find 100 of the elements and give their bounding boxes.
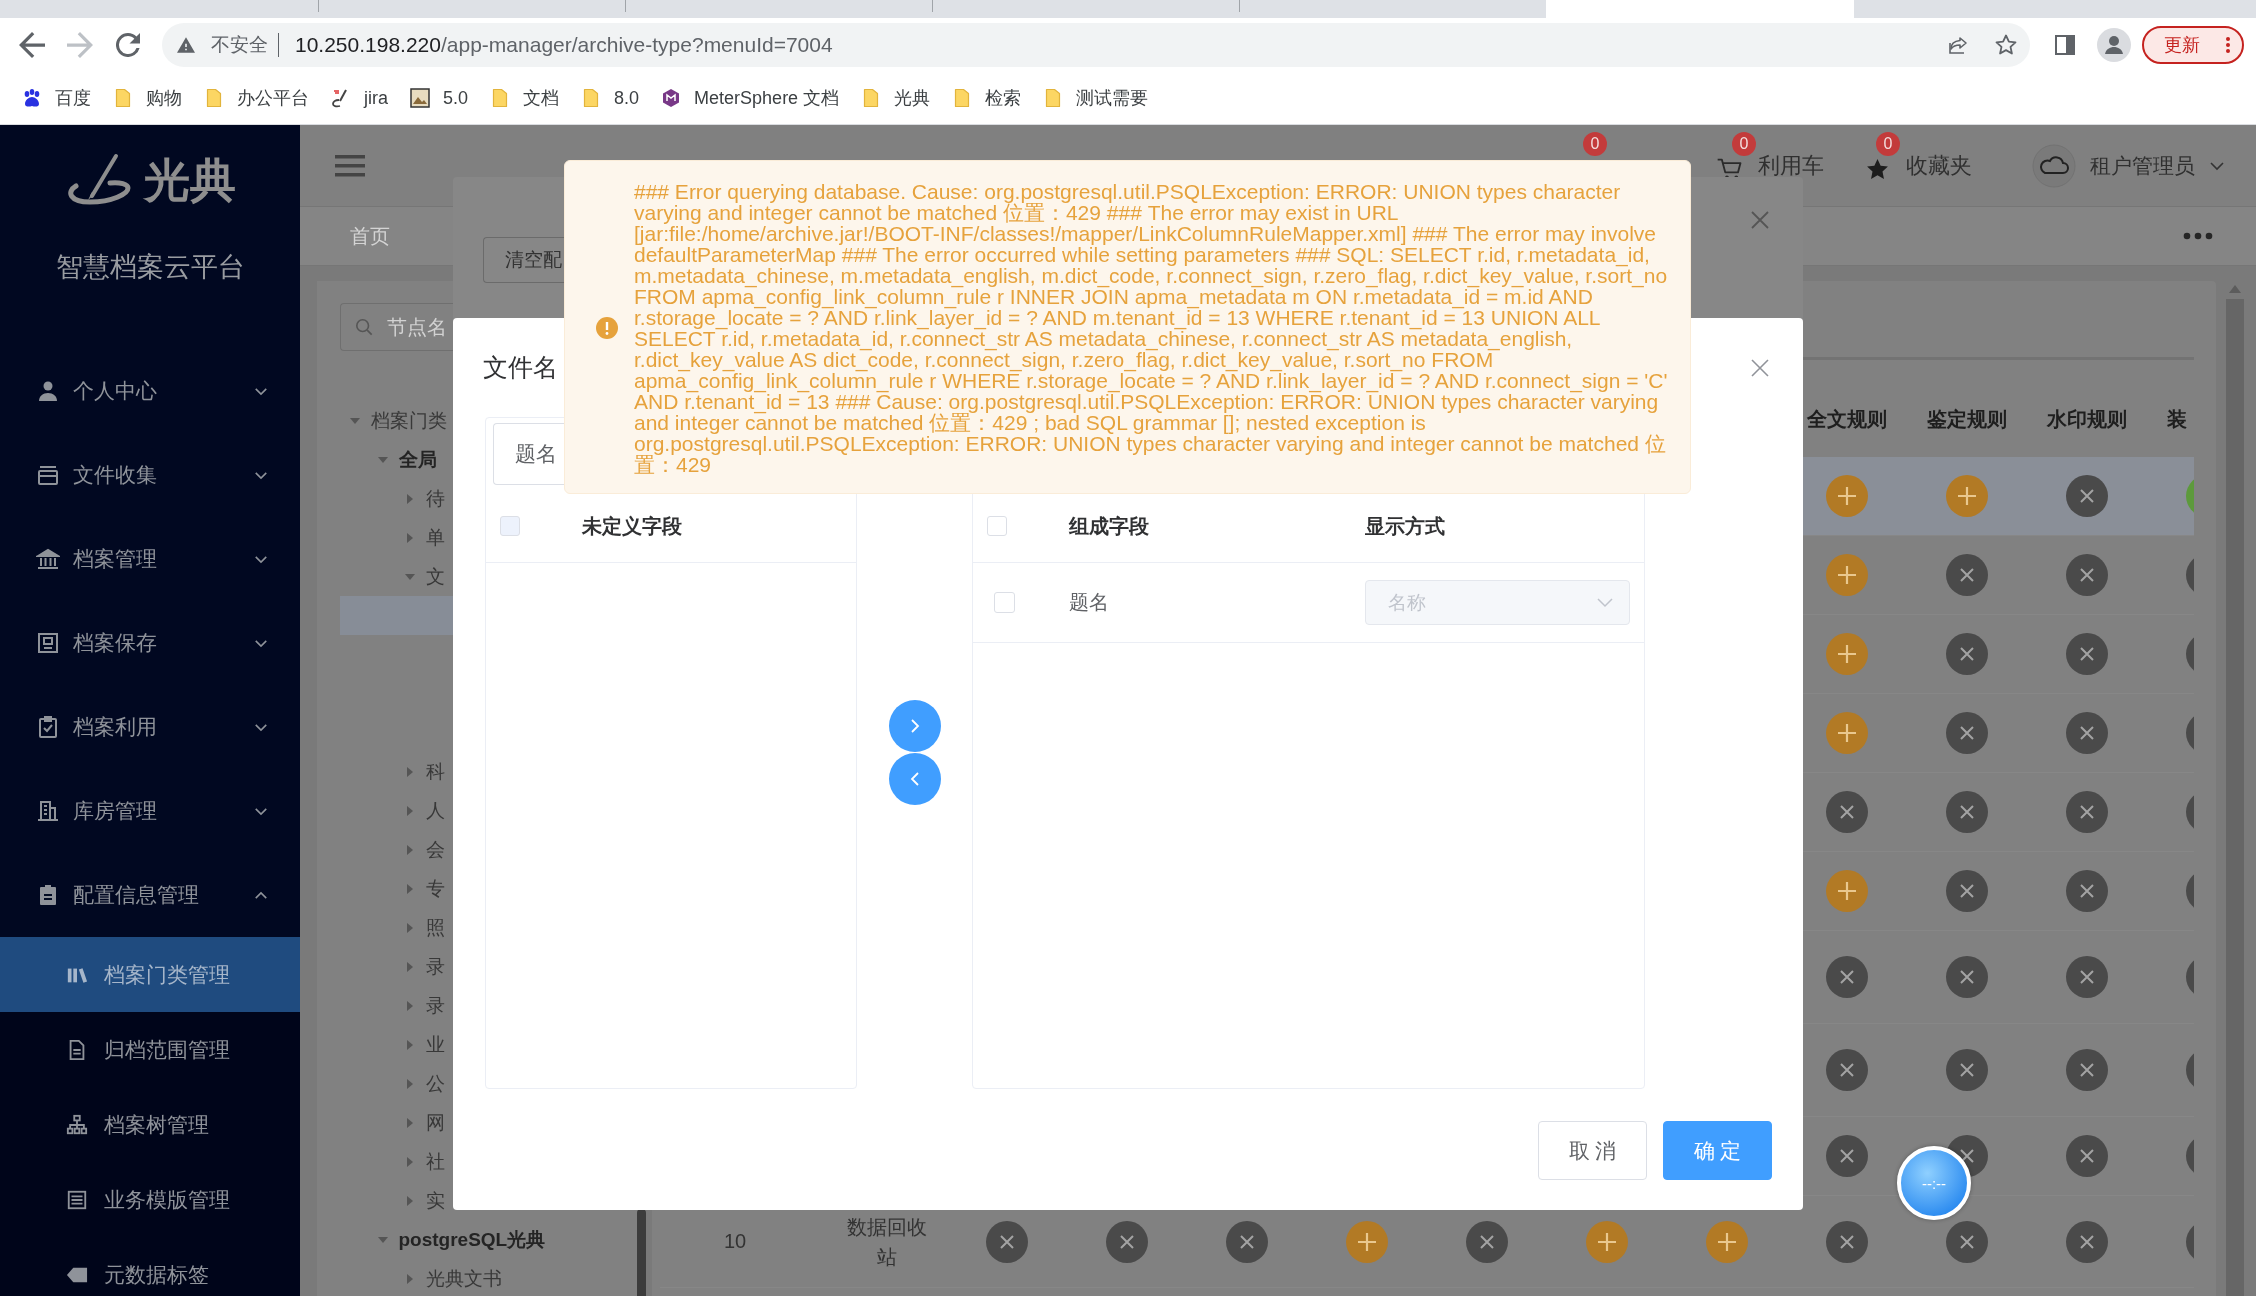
bookmark[interactable]: 5.0 [410,87,469,109]
tree-node[interactable]: 社 [404,1142,445,1181]
bookmark[interactable]: 检索 [952,86,1022,110]
tree-node[interactable]: 科 [404,752,445,791]
security-label[interactable]: 不安全 [211,32,268,58]
checkbox[interactable] [994,592,1015,613]
folder-icon [113,88,133,108]
logo-text: 光典 [144,153,236,208]
table-cell: 数据回收站 [846,1215,927,1268]
plus-circle-icon[interactable] [1826,870,1868,912]
count-badge: 0 [1876,131,1900,156]
bookmark[interactable]: 百度 [22,86,91,110]
column-header: 显示方式 [1365,513,1445,539]
column-header: 水印规则 [2047,408,2127,430]
scrollbar-thumb[interactable] [637,1209,646,1296]
submenu-item[interactable]: 业务模版管理 [0,1162,300,1237]
warning-icon [177,37,195,53]
bookmark[interactable]: 测试需要 [1043,86,1149,110]
bookmark[interactable]: 8.0 [581,87,640,109]
menu-item[interactable]: 文件收集 [0,433,300,517]
menu-item[interactable]: 配置信息管理 [0,853,300,937]
close-icon[interactable] [1750,357,1770,378]
checkbox[interactable] [987,516,1007,536]
plus-circle-icon[interactable] [1826,475,1868,517]
submenu-item[interactable]: 归档范围管理 [0,1012,300,1087]
tree-node[interactable]: 网 [404,1103,445,1142]
shortcut-label[interactable]: 收藏夹 [1906,150,1972,181]
bookmark[interactable]: MeterSphere 文档 [661,86,840,110]
side-panel-icon[interactable] [2055,35,2075,55]
chevron-left-icon [909,770,920,787]
shortcut-label[interactable]: 利用车 [1758,150,1824,181]
tree-node[interactable]: postgreSQL光典 [376,1220,546,1259]
tray-icon [36,463,60,487]
tree-node[interactable] [340,596,453,635]
search-field[interactable]: 题名 [493,423,564,485]
plus-circle-icon[interactable] [1826,554,1868,596]
tree-node[interactable]: 录 [404,986,445,1025]
close-icon[interactable] [1750,210,1770,230]
plus-circle-icon[interactable] [1826,712,1868,754]
tree-node[interactable]: 公 [404,1064,445,1103]
form-icon [66,1188,88,1211]
tree-node[interactable]: 文 [404,557,445,596]
cloud-avatar-icon[interactable] [2032,143,2076,188]
tree-node[interactable]: 人 [404,791,445,830]
submenu-item[interactable]: 档案树管理 [0,1087,300,1162]
tree-node[interactable]: 光典文书 [404,1259,502,1296]
column-header: 组成字段 [1069,513,1149,539]
tree-node[interactable]: 照 [404,908,445,947]
chevron-down-icon[interactable] [2209,160,2225,171]
profile-icon[interactable] [2097,28,2131,62]
tree-node[interactable]: 专 [404,869,445,908]
menu-item[interactable]: 档案管理 [0,517,300,601]
bookmark[interactable]: 购物 [113,86,182,110]
menu-item[interactable]: 个人中心 [0,349,300,433]
plus-circle-icon[interactable] [1346,1220,1388,1263]
submenu-item[interactable]: 元数据标签 [0,1237,300,1296]
tree-node[interactable]: 档案门类 [349,401,447,440]
tree-node[interactable]: 实 [404,1181,445,1220]
cancel-button[interactable]: 取 消 [1538,1121,1647,1180]
move-left-button[interactable] [888,752,941,805]
menu-item[interactable]: 档案利用 [0,685,300,769]
confirm-button[interactable]: 确 定 [1663,1121,1772,1180]
submenu-item[interactable]: 档案门类管理 [0,937,300,1012]
tree-node[interactable]: 全局 [376,440,437,479]
plus-circle-icon[interactable] [1946,475,1988,517]
bookmark[interactable]: 光典 [861,86,931,110]
hexagon-icon [661,88,682,108]
menu-item[interactable]: 库房管理 [0,769,300,853]
tree-node[interactable]: 录 [404,947,445,986]
page-tab[interactable]: 首页 [350,222,390,250]
bookmark[interactable]: 文档 [490,86,560,110]
menu-item[interactable]: 档案保存 [0,601,300,685]
folder-icon [204,88,224,108]
clear-button[interactable]: 清空配 [483,237,564,283]
column-header: 全文规则 [1807,408,1887,430]
user-name[interactable]: 租户管理员 [2090,151,2195,180]
forward-icon[interactable] [67,32,93,58]
platform-name: 智慧档案云平台 [55,251,245,284]
dialog-title: 文件名 [483,352,558,383]
tree-node[interactable]: 待 [404,479,445,518]
bookmark[interactable]: 办公平台 [204,86,309,110]
tree-node[interactable]: 会 [404,830,445,869]
more-icon[interactable] [2183,232,2213,240]
plus-circle-icon[interactable] [1826,633,1868,675]
row-number: 10 [723,1230,747,1252]
star-icon[interactable] [1994,33,2018,57]
bookmark[interactable]: jira [331,87,388,109]
address-bar[interactable]: 不安全 10.250.198.220/app-manager/archive-type?menuId=7004 [162,23,2030,67]
update-button[interactable]: 更新 [2142,26,2244,64]
star-icon[interactable] [1867,158,1888,179]
back-icon[interactable] [19,32,45,58]
reload-icon[interactable] [116,33,140,57]
scroll-up-icon[interactable] [2229,285,2241,293]
menu-icon[interactable] [335,154,365,177]
plus-circle-icon[interactable] [1586,1220,1628,1263]
paw-icon [22,88,42,108]
plus-circle-icon[interactable] [1706,1220,1748,1263]
tree-node[interactable]: 业 [404,1025,445,1064]
tree-node[interactable]: 单 [404,518,445,557]
frame-icon [36,631,60,655]
